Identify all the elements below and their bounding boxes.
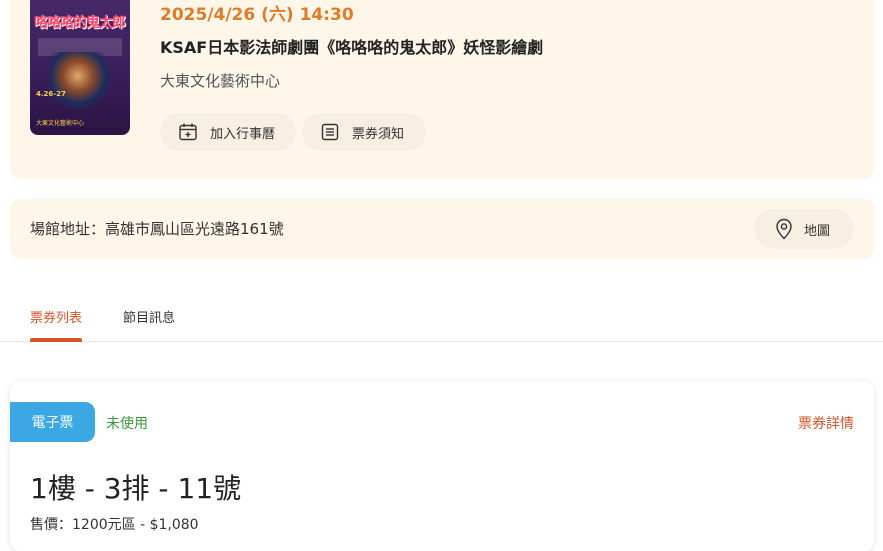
event-venue: 大東文化藝術中心 bbox=[160, 72, 281, 90]
map-button[interactable]: 地圖 bbox=[754, 209, 854, 249]
venue-address: 場館地址：高雄市鳳山區光遠路161號 bbox=[30, 220, 284, 238]
eticket-badge: 電子票 bbox=[10, 402, 95, 442]
event-poster[interactable]: 咯咯咯的鬼太郎 4.26-27 大東文化藝術中心 bbox=[30, 0, 130, 135]
add-to-calendar-label: 加入行事曆 bbox=[210, 126, 276, 142]
event-title: KSAF日本影法師劇團《咯咯咯的鬼太郎》妖怪影繪劇 bbox=[160, 38, 544, 57]
ticket-status: 未使用 bbox=[106, 416, 148, 432]
add-to-calendar-button[interactable]: 加入行事曆 bbox=[160, 113, 296, 151]
event-card: 咯咯咯的鬼太郎 4.26-27 大東文化藝術中心 2025/4/26 (六) 1… bbox=[10, 0, 874, 179]
ticket-notice-label: 票券須知 bbox=[352, 126, 405, 142]
poster-date: 4.26-27 bbox=[36, 90, 66, 98]
ticket-card: 電子票 未使用 票券詳情 1樓 - 3排 - 11號 售價：1200元區 - $… bbox=[10, 381, 874, 551]
map-label: 地圖 bbox=[804, 223, 831, 239]
map-pin-icon bbox=[774, 218, 794, 240]
list-icon bbox=[320, 122, 340, 142]
seat-info: 1樓 - 3排 - 11號 bbox=[30, 472, 242, 505]
ticket-price: 售價：1200元區 - $1,080 bbox=[30, 517, 199, 533]
tab-ticket-list[interactable]: 票券列表 bbox=[30, 307, 82, 326]
tab-program-info[interactable]: 節目訊息 bbox=[123, 307, 175, 326]
tab-bar: 票券列表 節目訊息 bbox=[0, 290, 883, 342]
poster-venue: 大東文化藝術中心 bbox=[36, 120, 85, 127]
active-tab-indicator bbox=[30, 338, 82, 342]
ticket-detail-link[interactable]: 票券詳情 bbox=[798, 413, 854, 433]
poster-title: 咯咯咯的鬼太郎 bbox=[34, 15, 126, 31]
poster-figure bbox=[50, 52, 112, 112]
address-bar: 場館地址：高雄市鳳山區光遠路161號 地圖 bbox=[10, 199, 874, 259]
calendar-add-icon bbox=[178, 122, 198, 142]
ticket-notice-button[interactable]: 票券須知 bbox=[302, 113, 426, 151]
event-date: 2025/4/26 (六) 14:30 bbox=[160, 5, 354, 25]
